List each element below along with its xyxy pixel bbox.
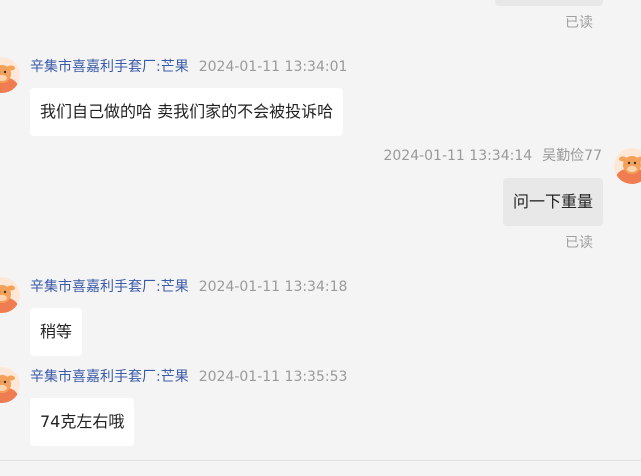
sender-name[interactable]: 吴勤俭77 (542, 148, 602, 164)
avatar-icon[interactable] (0, 367, 20, 403)
message-bubble[interactable]: 我们自己做的哈 卖我们家的不会被投诉哈 (30, 88, 344, 136)
message-meta: 辛集市喜嘉利手套厂:芒果 2024-01-11 13:34:01 (30, 58, 347, 76)
sender-name[interactable]: 辛集市喜嘉利手套厂:芒果 (30, 59, 189, 75)
message-bubble[interactable]: 稍等 (30, 308, 83, 356)
avatar-icon[interactable] (0, 57, 20, 93)
avatar-icon[interactable] (614, 148, 641, 184)
avatar-icon[interactable] (0, 277, 20, 313)
sender-name[interactable]: 辛集市喜嘉利手套厂:芒果 (30, 279, 189, 295)
message-meta: 辛集市喜嘉利手套厂:芒果 2024-01-11 13:34:18 (30, 278, 347, 296)
divider (0, 460, 641, 461)
chat-message-list[interactable]: 已读 辛集市喜嘉利手套厂:芒果 2024-01-11 13:34:01 我们自己做… (0, 0, 641, 476)
message-time: 2024-01-11 13:35:53 (198, 369, 348, 385)
message-meta: 辛集市喜嘉利手套厂:芒果 2024-01-11 13:35:53 (30, 368, 347, 386)
read-status: 已读 (565, 15, 593, 31)
message-bubble[interactable]: 问一下重量 (502, 178, 603, 226)
message-time: 2024-01-11 13:34:01 (198, 59, 348, 75)
sender-name[interactable]: 辛集市喜嘉利手套厂:芒果 (30, 369, 189, 385)
message-time: 2024-01-11 13:34:18 (198, 279, 348, 295)
previous-message-bubble (495, 0, 603, 6)
message-time: 2024-01-11 13:34:14 (383, 148, 533, 164)
message-meta: 2024-01-11 13:34:14 吴勤俭77 (383, 147, 602, 165)
read-status: 已读 (565, 235, 593, 251)
message-bubble[interactable]: 74克左右哦 (30, 398, 135, 446)
